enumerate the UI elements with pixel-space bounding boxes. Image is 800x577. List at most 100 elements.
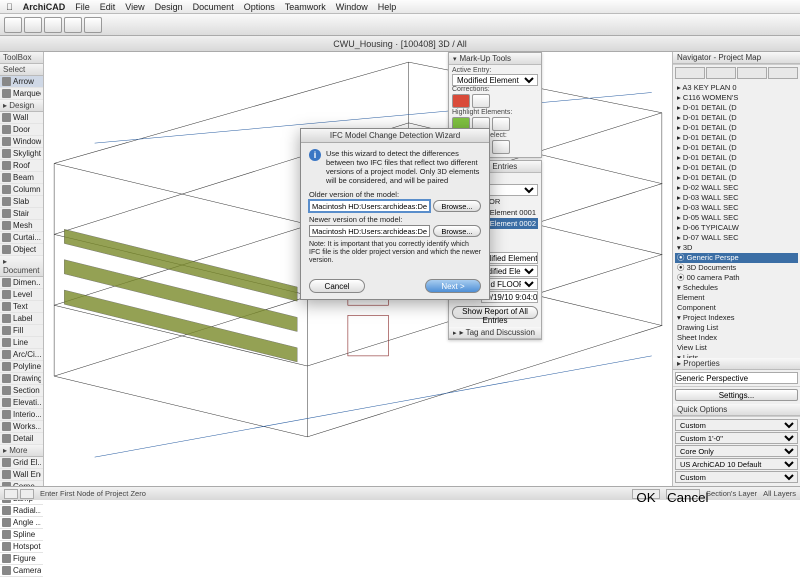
- quick-option-select[interactable]: Custom: [675, 419, 798, 431]
- nav-node[interactable]: View List: [675, 343, 798, 353]
- tool-mesh[interactable]: Mesh: [0, 220, 43, 232]
- menu-edit[interactable]: Edit: [100, 2, 116, 12]
- tool-interio-[interactable]: Interio...: [0, 409, 43, 421]
- tool-elevati-[interactable]: Elevati...: [0, 397, 43, 409]
- menu-file[interactable]: File: [75, 2, 90, 12]
- quick-option-select[interactable]: Core Only: [675, 445, 798, 457]
- newer-version-input[interactable]: [309, 225, 430, 237]
- nav-node[interactable]: ▾ 3D: [675, 243, 798, 253]
- tool-slab[interactable]: Slab: [0, 196, 43, 208]
- tool-text[interactable]: Text: [0, 301, 43, 313]
- status-ok-button[interactable]: OK: [632, 489, 660, 499]
- toolbox-section-design[interactable]: ▸ Design: [0, 100, 43, 112]
- status-btn[interactable]: [20, 489, 34, 499]
- toolbar-button[interactable]: [24, 17, 42, 33]
- nav-node[interactable]: ▸ D-01 DETAIL (D: [675, 173, 798, 183]
- nav-node[interactable]: ▸ D-07 WALL SEC: [675, 233, 798, 243]
- nav-tab[interactable]: [706, 67, 736, 79]
- nav-node[interactable]: ▸ D-05 WALL SEC: [675, 213, 798, 223]
- tool-skylight[interactable]: Skylight: [0, 148, 43, 160]
- nav-node[interactable]: ▸ C116 WOMEN'S: [675, 93, 798, 103]
- nav-node[interactable]: Sheet Index: [675, 333, 798, 343]
- tool-label[interactable]: Label: [0, 313, 43, 325]
- nav-node[interactable]: ▸ D-06 TYPICALW: [675, 223, 798, 233]
- tool-level[interactable]: Level: [0, 289, 43, 301]
- tool-angle-[interactable]: Angle ...: [0, 517, 43, 529]
- tool-wall-end[interactable]: Wall End: [0, 469, 43, 481]
- nav-node[interactable]: ▸ D-01 DETAIL (D: [675, 153, 798, 163]
- toolbar-button[interactable]: [4, 17, 22, 33]
- nav-tab[interactable]: [768, 67, 798, 79]
- status-btn[interactable]: [4, 489, 18, 499]
- nav-tab[interactable]: [737, 67, 767, 79]
- nav-node[interactable]: ▸ D-01 DETAIL (D: [675, 163, 798, 173]
- menu-design[interactable]: Design: [155, 2, 183, 12]
- highlight-btn[interactable]: [492, 117, 510, 131]
- older-version-input[interactable]: [309, 200, 430, 212]
- tool-arrow[interactable]: Arrow: [0, 76, 43, 88]
- tool-fill[interactable]: Fill: [0, 325, 43, 337]
- menu-view[interactable]: View: [125, 2, 144, 12]
- nav-node[interactable]: ⦿ 3D Documents: [675, 263, 798, 273]
- menu-help[interactable]: Help: [378, 2, 397, 12]
- nav-node[interactable]: ▸ D-01 DETAIL (D: [675, 103, 798, 113]
- navigator-header[interactable]: Navigator - Project Map: [673, 52, 800, 64]
- nav-node[interactable]: Element: [675, 293, 798, 303]
- tool-drawing[interactable]: Drawing: [0, 373, 43, 385]
- tool-figure[interactable]: Figure: [0, 553, 43, 565]
- tool-dimen-[interactable]: Dimen...: [0, 277, 43, 289]
- correction-btn[interactable]: [472, 94, 490, 108]
- nav-node[interactable]: ⦿ 00 camera Path: [675, 273, 798, 283]
- tool-line[interactable]: Line: [0, 337, 43, 349]
- status-cancel-button[interactable]: Cancel: [666, 489, 700, 499]
- nav-node[interactable]: ▾ Project Indexes: [675, 313, 798, 323]
- nav-tab[interactable]: [675, 67, 705, 79]
- tool-detail[interactable]: Detail: [0, 433, 43, 445]
- tool-spline[interactable]: Spline: [0, 529, 43, 541]
- quick-options-header[interactable]: Quick Options: [673, 404, 800, 416]
- tool-marquee[interactable]: Marquee: [0, 88, 43, 100]
- newer-browse-button[interactable]: Browse...: [433, 225, 481, 237]
- tool-stair[interactable]: Stair: [0, 208, 43, 220]
- tool-radial-[interactable]: Radial...: [0, 505, 43, 517]
- quick-option-select[interactable]: Custom 1'-0": [675, 432, 798, 444]
- tool-works-[interactable]: Works...: [0, 421, 43, 433]
- status-all-layers[interactable]: All Layers: [763, 489, 796, 498]
- toolbar-button[interactable]: [64, 17, 82, 33]
- quick-option-select[interactable]: Custom: [675, 471, 798, 483]
- zoom-btn[interactable]: [492, 140, 510, 154]
- toolbar-button[interactable]: [44, 17, 62, 33]
- nav-node[interactable]: ▸ D-02 WALL SEC: [675, 183, 798, 193]
- nav-node[interactable]: ▾ Schedules: [675, 283, 798, 293]
- nav-node[interactable]: Drawing List: [675, 323, 798, 333]
- nav-node[interactable]: ▸ D-03 WALL SEC: [675, 203, 798, 213]
- menu-window[interactable]: Window: [336, 2, 368, 12]
- tool-grid-el-[interactable]: Grid El...: [0, 457, 43, 469]
- older-browse-button[interactable]: Browse...: [433, 200, 481, 212]
- nav-node[interactable]: Component: [675, 303, 798, 313]
- tool-door[interactable]: Door: [0, 124, 43, 136]
- menu-options[interactable]: Options: [244, 2, 275, 12]
- tool-polyline[interactable]: Polyline: [0, 361, 43, 373]
- nav-node[interactable]: ▸ D-01 DETAIL (D: [675, 113, 798, 123]
- nav-node[interactable]: ▸ D-01 DETAIL (D: [675, 143, 798, 153]
- show-report-button[interactable]: Show Report of All Entries: [452, 306, 538, 319]
- toolbox-section-select[interactable]: Select: [0, 64, 43, 76]
- tool-object[interactable]: Object: [0, 244, 43, 256]
- settings-button[interactable]: Settings...: [675, 389, 798, 401]
- toolbox-section-document[interactable]: ▸ Document: [0, 256, 43, 277]
- nav-node[interactable]: ▸ D-01 DETAIL (D: [675, 123, 798, 133]
- nav-node[interactable]: ▸ D-01 DETAIL (D: [675, 133, 798, 143]
- tool-wall[interactable]: Wall: [0, 112, 43, 124]
- toolbox-section-more[interactable]: ▸ More: [0, 445, 43, 457]
- tool-section[interactable]: Section: [0, 385, 43, 397]
- tool-curtai-[interactable]: Curtai...: [0, 232, 43, 244]
- properties-header[interactable]: ▸ Properties: [673, 358, 800, 370]
- tool-column[interactable]: Column: [0, 184, 43, 196]
- nav-node[interactable]: ▸ A3 KEY PLAN 0: [675, 83, 798, 93]
- correction-color-1[interactable]: [452, 94, 470, 108]
- tag-discussion-header[interactable]: ▸▸ Tag and Discussion: [449, 327, 541, 339]
- tool-arc-ci-[interactable]: Arc/Ci...: [0, 349, 43, 361]
- markup-tools-header[interactable]: ▾Mark-Up Tools: [449, 53, 541, 65]
- tool-window[interactable]: Window: [0, 136, 43, 148]
